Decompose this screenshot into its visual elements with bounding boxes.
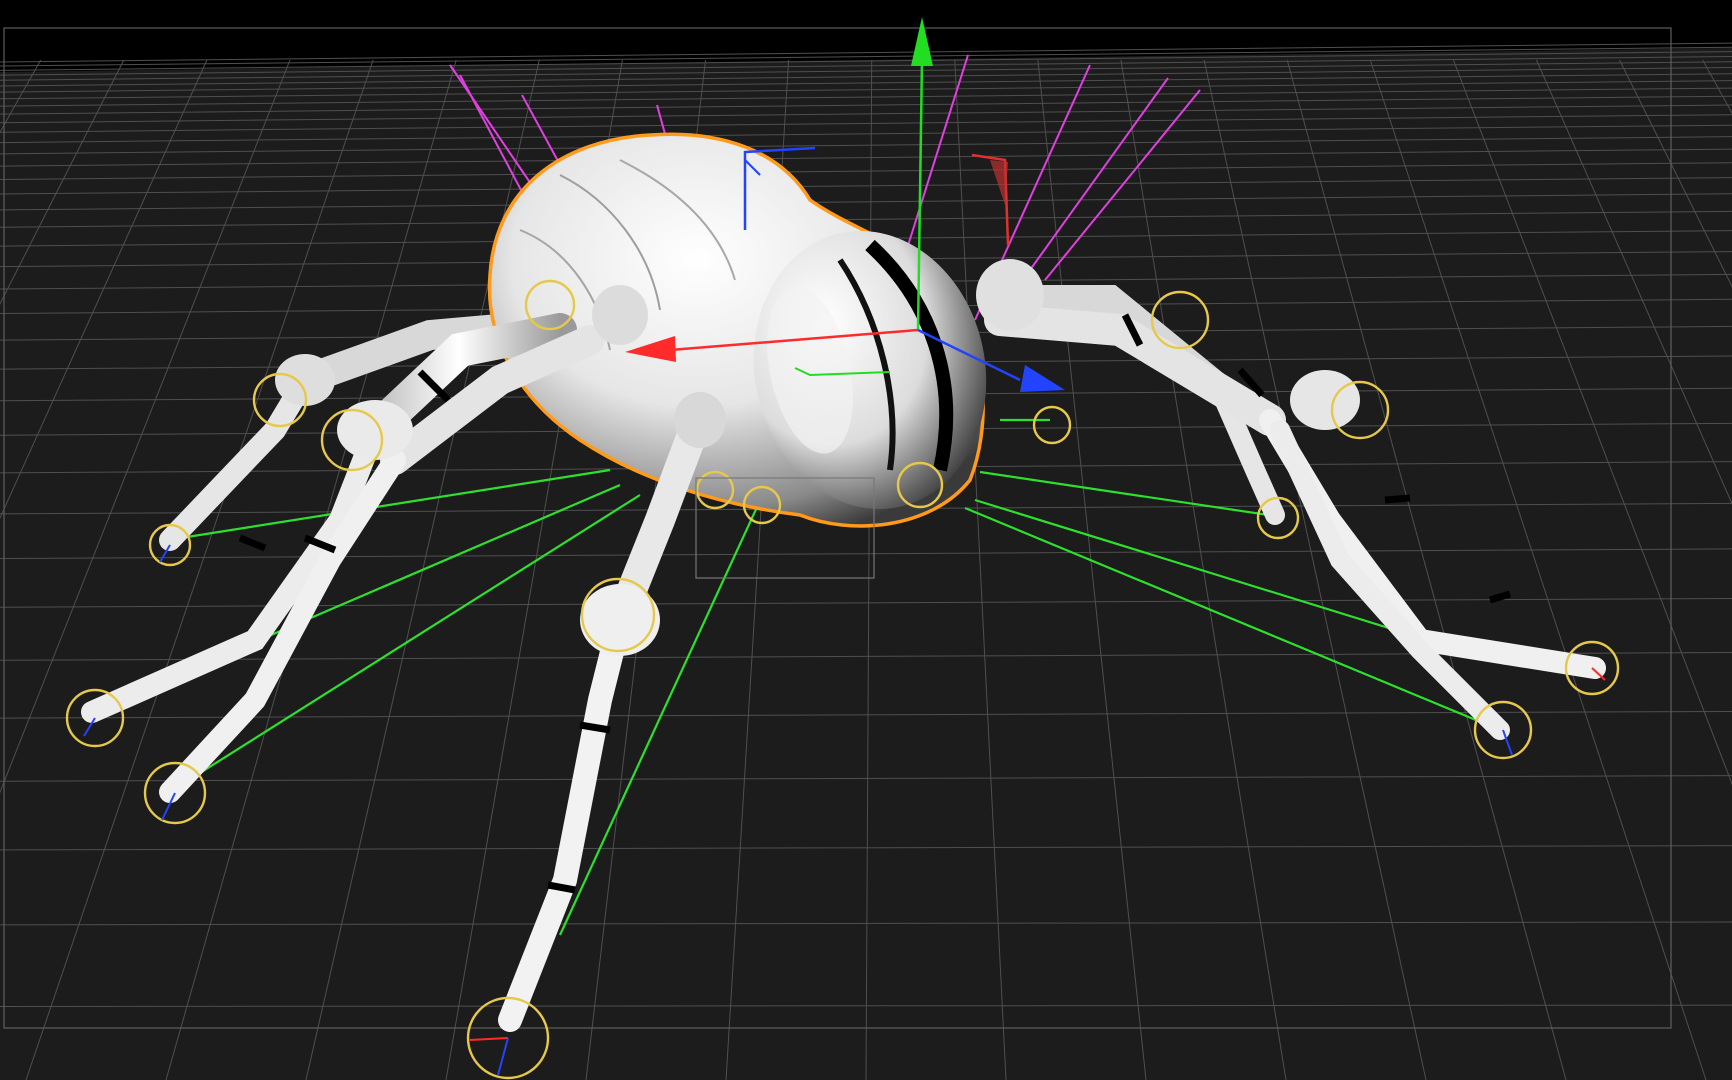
leg-band (547, 881, 576, 894)
joint (592, 285, 648, 345)
gizmo-y-arrow (911, 17, 933, 66)
joint (976, 259, 1044, 331)
viewport-canvas[interactable] (0, 0, 1732, 1080)
floor-plane (0, 48, 1732, 1080)
ground-grid (0, 27, 1732, 1080)
joint (674, 392, 726, 448)
joint (337, 400, 413, 460)
joint (1290, 370, 1360, 430)
leg-band (1384, 494, 1411, 504)
leg-band (579, 721, 611, 734)
3d-viewport[interactable] (0, 0, 1732, 1080)
